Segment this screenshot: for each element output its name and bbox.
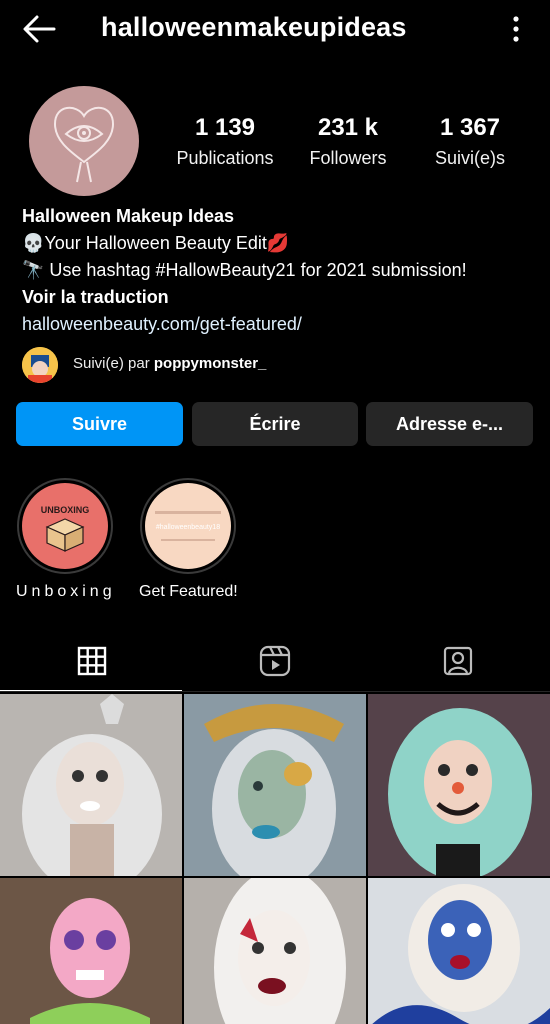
tab-reels[interactable] [183,630,366,692]
back-arrow-icon[interactable] [22,14,56,44]
tab-grid[interactable] [0,630,183,692]
post-grid [0,694,550,1024]
more-options-icon[interactable] [510,14,522,44]
highlight-ring: UNBOXING [17,478,113,574]
stat-value: 1 139 [194,114,256,141]
followed-by[interactable]: Suivi(e) par poppymonster_ [22,347,522,383]
display-name: Halloween Makeup Ideas [22,206,235,226]
profile-bio: Halloween Makeup Ideas 💀Your Halloween B… [22,203,542,338]
message-button[interactable]: Écrire [192,402,358,446]
stat-label: Suivi(e)s [434,148,505,168]
highlight-ring: #halloweenbeauty18 [140,478,236,574]
followed-by-user[interactable]: poppymonster_ [154,355,267,372]
post-thumbnail[interactable] [184,878,366,1024]
reels-icon [259,645,290,677]
translate-link[interactable]: Voir la traduction [22,284,542,311]
highlight-cover: UNBOXING [22,483,108,569]
highlight-label: Get Featured! [139,583,238,600]
tagged-icon [443,646,472,676]
stat-followers[interactable]: 231 k Followers [287,114,409,169]
profile-tabs [0,630,550,692]
bio-line-2: 🔭 Use hashtag #HallowBeauty21 for 2021 s… [22,260,467,280]
followed-by-text: Suivi(e) par poppymonster_ [73,355,266,372]
stat-label: Publications [176,148,274,168]
stat-value: 1 367 [439,114,501,141]
tab-divider [0,691,550,692]
post-thumbnail[interactable] [184,694,366,876]
follow-button[interactable]: Suivre [16,402,183,446]
grid-icon [77,646,106,676]
highlight-get-featured[interactable]: #halloweenbeauty18 Get Featured! [139,478,238,601]
highlight-cover-text: #halloweenbeauty18 [156,524,220,531]
website-link[interactable]: halloweenbeauty.com/get-featured/ [22,311,542,338]
stat-label: Followers [309,148,387,168]
profile-username: halloweenmakeupideas [101,12,407,42]
stat-value: 231 k [317,114,379,141]
highlight-unboxing[interactable]: UNBOXING Unboxing [16,478,114,601]
bio-line-1: 💀Your Halloween Beauty Edit💋 [22,233,290,253]
post-thumbnail[interactable] [368,694,550,876]
stat-publications[interactable]: 1 139 Publications [164,114,286,169]
top-bar: halloweenmakeupideas [0,0,550,58]
follower-avatar [22,347,58,383]
email-button[interactable]: Adresse e-... [366,402,533,446]
post-thumbnail[interactable] [0,878,182,1024]
post-thumbnail[interactable] [0,694,182,876]
stat-following[interactable]: 1 367 Suivi(e)s [409,114,531,169]
profile-avatar[interactable] [29,86,139,196]
heart-eye-logo [53,106,115,183]
tab-tagged[interactable] [366,630,549,692]
followed-by-prefix: Suivi(e) par [73,355,150,372]
highlight-cover-text: UNBOXING [41,505,90,515]
highlight-cover: #halloweenbeauty18 [145,483,231,569]
post-thumbnail[interactable] [368,878,550,1024]
highlight-label: Unboxing [16,583,116,600]
